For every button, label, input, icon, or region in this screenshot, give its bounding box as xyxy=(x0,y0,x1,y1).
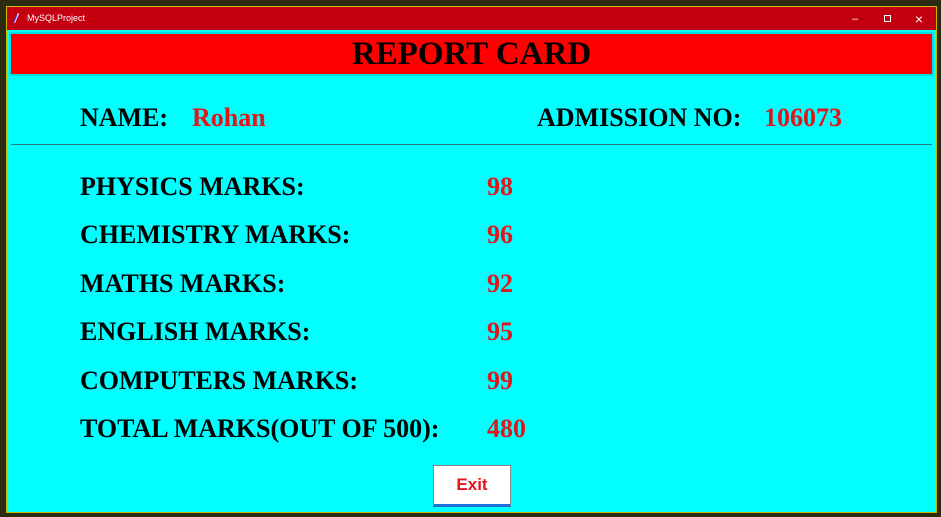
name-value: Rohan xyxy=(192,103,266,132)
feather-icon xyxy=(13,13,19,23)
mark-value: 99 xyxy=(487,366,513,395)
mark-label: ENGLISH MARKS: xyxy=(80,317,311,346)
mark-label: CHEMISTRY MARKS: xyxy=(80,220,351,249)
divider xyxy=(11,144,932,145)
admission-label: ADMISSION NO: xyxy=(537,103,742,132)
mark-value: 98 xyxy=(487,172,513,201)
mark-value: 480 xyxy=(487,414,526,443)
mark-label: PHYSICS MARKS: xyxy=(80,172,305,201)
minimize-button[interactable]: – xyxy=(838,7,872,30)
name-label: NAME: xyxy=(80,103,169,132)
mark-label: MATHS MARKS: xyxy=(80,269,286,298)
close-icon: × xyxy=(914,10,924,27)
maximize-icon xyxy=(883,15,891,22)
mark-label: COMPUTERS MARKS: xyxy=(80,366,359,395)
mark-value: 95 xyxy=(487,317,513,346)
maximize-button[interactable] xyxy=(870,7,904,30)
report-card-window: MySQLProject – × REPORT CARD NAME: Rohan… xyxy=(6,6,937,513)
exit-button[interactable]: Exit xyxy=(433,465,511,507)
close-button[interactable]: × xyxy=(902,7,936,30)
window-title: MySQLProject xyxy=(27,13,86,23)
title-bar[interactable]: MySQLProject – × xyxy=(7,7,936,30)
minimize-icon: – xyxy=(851,12,859,25)
mark-value: 92 xyxy=(487,269,513,298)
mark-value: 96 xyxy=(487,220,513,249)
student-info-row: NAME: Rohan ADMISSION NO: 106073 xyxy=(7,103,936,133)
report-card-title: REPORT CARD xyxy=(9,32,934,76)
admission-value: 106073 xyxy=(764,103,842,132)
mark-label: TOTAL MARKS(OUT OF 500): xyxy=(80,414,440,443)
